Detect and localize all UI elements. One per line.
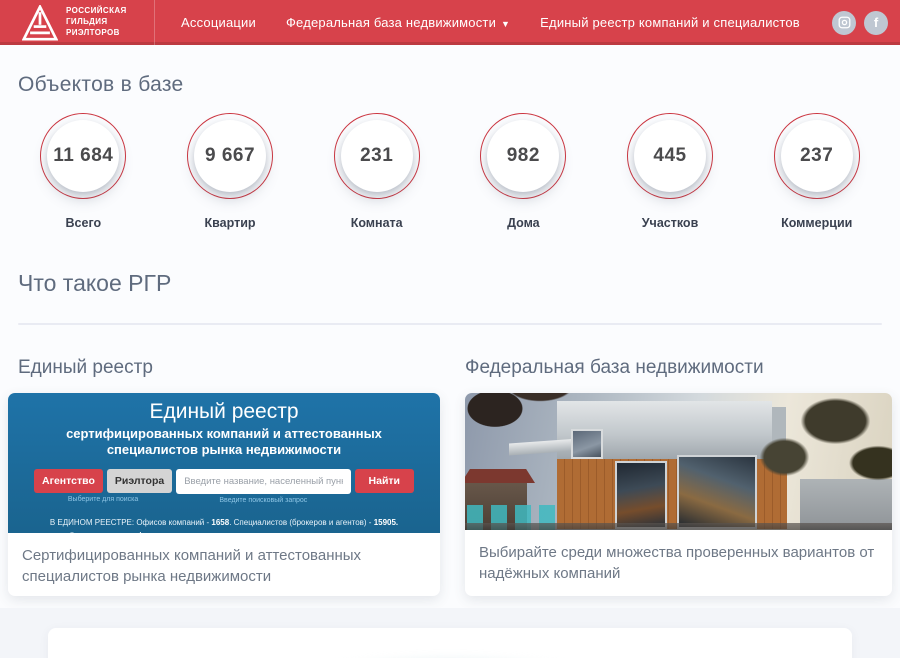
stat-plots: 445 Участков bbox=[597, 113, 744, 230]
registry-banner: Единый реестр сертифицированных компаний… bbox=[8, 393, 440, 533]
registry-counts-line: В ЕДИНОМ РЕЕСТРЕ: Офисов компаний - 1658… bbox=[8, 518, 440, 527]
offices-count: 1658 bbox=[211, 518, 229, 527]
federal-base-card[interactable]: Выбирайте среди множества проверенных ва… bbox=[465, 393, 892, 596]
input-hint: Введите поисковый запрос bbox=[219, 497, 307, 504]
rgr-logo-text: РОССИЙСКАЯ ГИЛЬДИЯ РИЭЛТОРОВ bbox=[66, 6, 127, 38]
stat-label: Комната bbox=[351, 216, 403, 230]
registry-banner-subtitle: сертифицированных компаний и аттестованн… bbox=[59, 426, 389, 459]
toggle-hint: Выберите для поиска bbox=[68, 496, 138, 503]
registry-column: Единый реестр Единый реестр сертифициров… bbox=[8, 357, 440, 596]
house-photo bbox=[465, 393, 892, 530]
feature-cards-row: Единый реестр Единый реестр сертифициров… bbox=[0, 357, 900, 596]
stat-label: Коммерции bbox=[781, 216, 852, 230]
stat-label: Всего bbox=[66, 216, 102, 230]
federal-base-column: Федеральная база недвижимости Выбирайте … bbox=[465, 357, 892, 596]
bottom-card bbox=[48, 628, 852, 658]
stat-label: Квартир bbox=[205, 216, 256, 230]
stat-label: Участков bbox=[642, 216, 698, 230]
rgr-logo[interactable]: РОССИЙСКАЯ ГИЛЬДИЯ РИЭЛТОРОВ bbox=[0, 0, 155, 45]
registry-search-input[interactable] bbox=[176, 469, 350, 494]
rgr-logo-icon bbox=[22, 5, 58, 41]
stat-value: 11 684 bbox=[53, 145, 113, 167]
realtor-toggle-button[interactable]: Риэлтора bbox=[107, 469, 172, 493]
federal-base-card-caption: Выбирайте среди множества проверенных ва… bbox=[465, 530, 892, 596]
main-nav: Ассоциации Федеральная база недвижимости… bbox=[181, 0, 832, 45]
federal-base-section-title: Федеральная база недвижимости bbox=[465, 357, 892, 379]
stat-value: 982 bbox=[507, 145, 540, 167]
stats-title: Объектов в базе bbox=[18, 73, 900, 97]
social-links: f bbox=[832, 0, 900, 45]
registry-search-form: Агентство Риэлтора Выберите для поиска В… bbox=[34, 469, 414, 504]
registry-card: Единый реестр сертифицированных компаний… bbox=[8, 393, 440, 596]
nav-item-registry[interactable]: Единый реестр компаний и специалистов bbox=[540, 15, 800, 30]
section-divider bbox=[18, 323, 882, 325]
nav-item-associations[interactable]: Ассоциации bbox=[181, 15, 256, 30]
agency-toggle-button[interactable]: Агентство bbox=[34, 469, 103, 493]
stat-value: 237 bbox=[800, 145, 833, 167]
about-rgr-section: Что такое РГР bbox=[0, 270, 900, 325]
bottom-section bbox=[0, 608, 900, 658]
instagram-icon[interactable] bbox=[832, 11, 856, 35]
stat-houses: 982 Дома bbox=[450, 113, 597, 230]
nav-item-federal-base[interactable]: Федеральная база недвижимости ▼ bbox=[286, 15, 510, 30]
stat-value: 445 bbox=[653, 145, 686, 167]
stats-row: 11 684 Всего 9 667 Квартир 231 Комната 9… bbox=[0, 113, 900, 230]
registry-banner-title: Единый реестр bbox=[8, 400, 440, 424]
about-title: Что такое РГР bbox=[18, 270, 900, 297]
search-button[interactable]: Найти bbox=[355, 469, 414, 493]
stat-label: Дома bbox=[507, 216, 540, 230]
objects-stats-section: Объектов в базе 11 684 Всего 9 667 Кварт… bbox=[0, 45, 900, 230]
facebook-icon[interactable]: f bbox=[864, 11, 888, 35]
stat-value: 9 667 bbox=[205, 145, 255, 167]
stat-commercial: 237 Коммерции bbox=[743, 113, 890, 230]
stat-total: 11 684 Всего bbox=[10, 113, 157, 230]
stat-value: 231 bbox=[360, 145, 393, 167]
specialists-count: 15905. bbox=[374, 518, 398, 527]
stat-rooms: 231 Комната bbox=[303, 113, 450, 230]
chevron-down-icon: ▼ bbox=[501, 19, 510, 29]
top-navbar: РОССИЙСКАЯ ГИЛЬДИЯ РИЭЛТОРОВ Ассоциации … bbox=[0, 0, 900, 45]
certified-agencies-link[interactable]: Списки сертифицированных агентств по рег… bbox=[68, 531, 381, 543]
decorative-mist-image bbox=[225, 636, 675, 658]
stat-flats: 9 667 Квартир bbox=[157, 113, 304, 230]
registry-section-title: Единый реестр bbox=[18, 357, 440, 379]
